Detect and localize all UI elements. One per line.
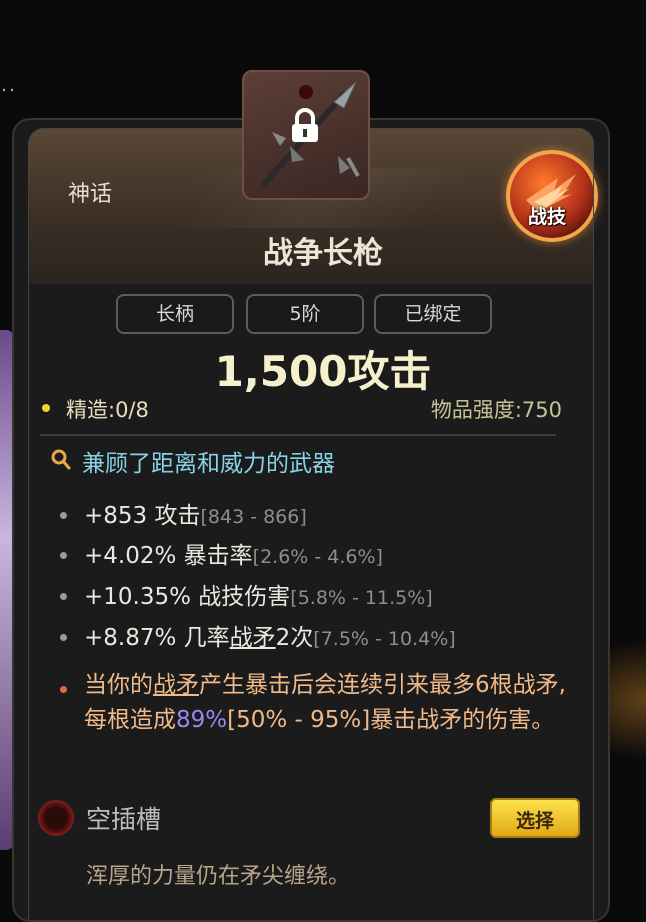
stat-range: [5.8% - 11.5%] xyxy=(290,587,433,609)
attack-value: 1,500攻击 xyxy=(214,347,432,396)
stat-value: +10.35% 战技伤害 xyxy=(84,584,291,610)
socket-label: 空插槽 xyxy=(86,805,162,834)
stat-keyword-link[interactable]: 战矛 xyxy=(230,625,276,651)
flavor-text: 浑厚的力量仍在矛尖缠绕。 xyxy=(86,864,351,889)
stat-bullet xyxy=(60,593,67,600)
select-socket-button[interactable]: 选择 xyxy=(490,798,580,838)
stat-skill-damage: +10.35% 战技伤害[5.8% - 11.5%] xyxy=(84,577,433,611)
refine-count: 精造:0/8 xyxy=(66,398,149,422)
magnifier-icon xyxy=(51,449,71,470)
stat-value-suffix: 2次 xyxy=(275,625,314,651)
stat-spear-chance: +8.87% 几率战矛2次[7.5% - 10.4%] xyxy=(84,618,456,652)
effect-keyword-link[interactable]: 战矛 xyxy=(153,672,199,698)
stat-crit-rate: +4.02% 暴击率[2.6% - 4.6%] xyxy=(84,536,383,570)
empty-socket-icon xyxy=(38,800,74,836)
stat-attack: +853 攻击[843 - 866] xyxy=(84,496,307,530)
divider xyxy=(40,434,556,436)
legendary-effect: 当你的战矛产生暴击后会连续引来最多6根战矛,每根造成89%[50% - 95%]… xyxy=(84,668,588,738)
tag-tier: 5阶 xyxy=(246,294,364,334)
item-power: 物品强度:750 xyxy=(430,398,562,422)
stat-value: +853 攻击 xyxy=(84,503,201,529)
stat-bullet xyxy=(60,512,67,519)
item-tags: 长柄 5阶 已绑定 xyxy=(116,294,492,334)
stat-range: [843 - 866] xyxy=(200,506,307,528)
effect-text: 当你的 xyxy=(84,672,153,698)
stat-value: +8.87% 几率 xyxy=(84,625,230,651)
stat-range: [2.6% - 4.6%] xyxy=(252,546,383,568)
stat-range: [7.5% - 10.4%] xyxy=(313,628,456,650)
refine-bullet xyxy=(42,404,50,412)
background-dots xyxy=(2,88,14,92)
item-icon-frame[interactable] xyxy=(242,70,370,200)
stat-bullet xyxy=(60,634,67,641)
stat-value: +4.02% 暴击率 xyxy=(84,543,253,569)
tag-bound: 已绑定 xyxy=(374,294,492,334)
item-name: 战争长枪 xyxy=(263,236,383,271)
tag-weapon-type: 长柄 xyxy=(116,294,234,334)
effect-highlight-value: 89% xyxy=(176,707,228,733)
item-description: 兼顾了距离和威力的武器 xyxy=(82,451,335,477)
stat-bullet xyxy=(60,552,67,559)
effect-text: [50% - 95%]暴击战矛的伤害。 xyxy=(227,707,555,733)
effect-bullet xyxy=(60,686,67,693)
lock-icon xyxy=(292,108,318,142)
